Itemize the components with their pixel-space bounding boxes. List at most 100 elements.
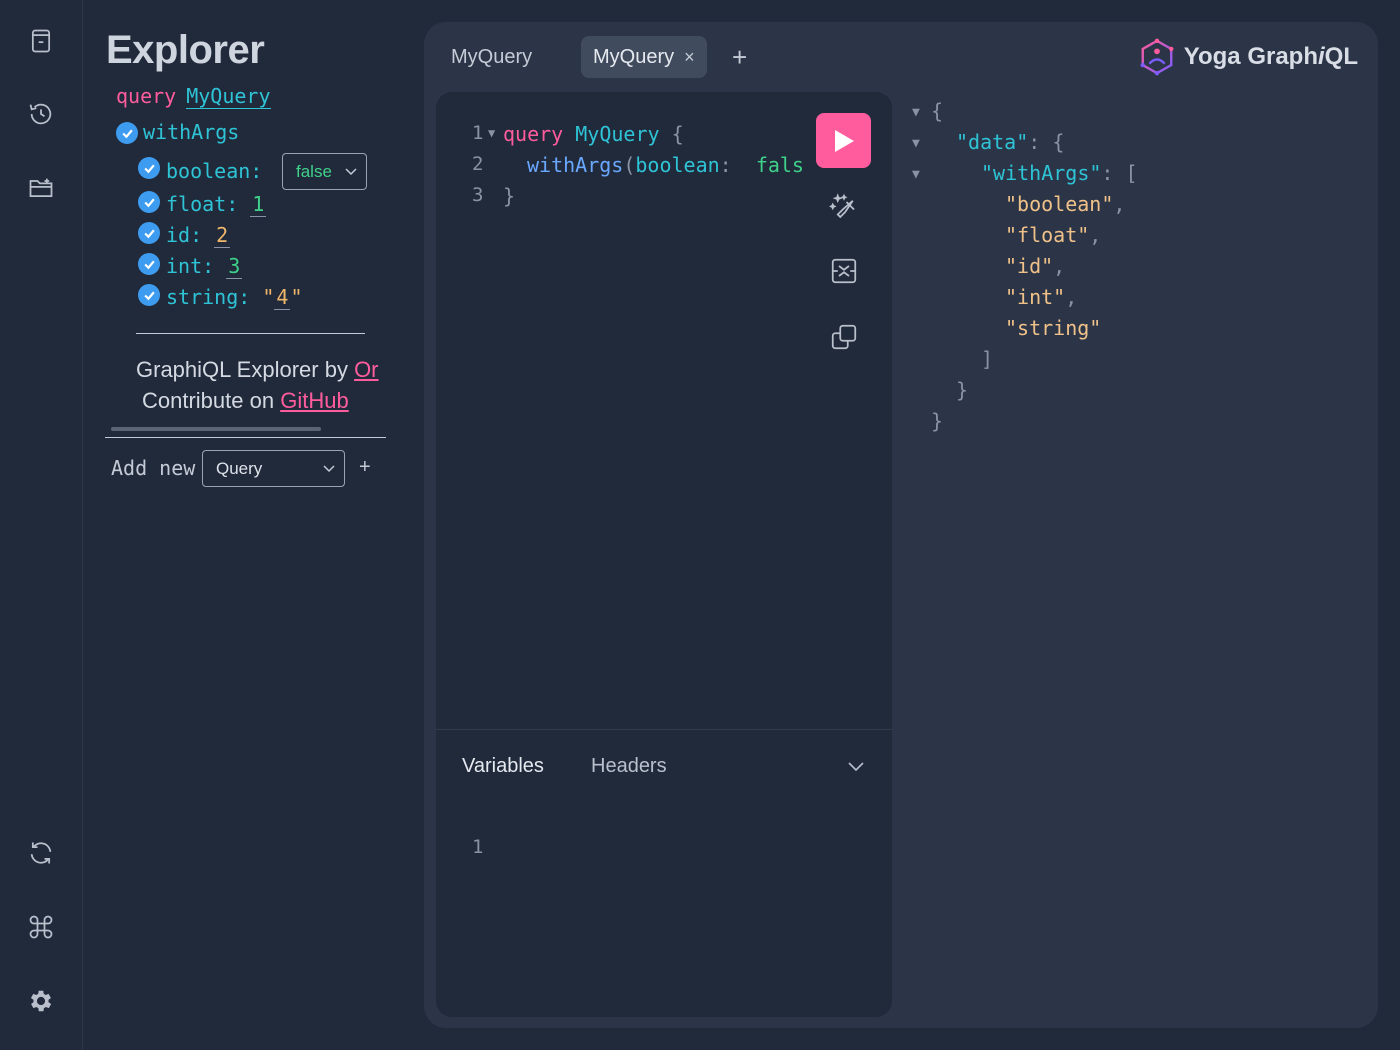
float-value-input[interactable]: 1 (250, 192, 267, 217)
id-arg-checkbox[interactable] (138, 222, 160, 244)
merge-fragments-button[interactable] (827, 254, 861, 288)
result-string: "boolean" (1005, 192, 1114, 216)
history-icon[interactable] (22, 95, 60, 133)
result-punct: , (1113, 192, 1126, 216)
withargs-checkbox[interactable] (116, 122, 138, 144)
result-key: "withArgs" (981, 161, 1102, 185)
result-string: "float" (1005, 223, 1090, 247)
string-value-input[interactable]: 4 (274, 285, 291, 310)
code-brace: { (671, 122, 684, 146)
result-punct: : [ (1101, 161, 1138, 185)
query-editor[interactable]: 1 ▼ 2 3 query MyQuery { withArgs(boolean… (436, 92, 892, 1017)
result-line: "withArgs": [ (981, 161, 1138, 185)
chevron-down-icon (323, 464, 335, 472)
code-line-1: query MyQuery { (503, 122, 684, 146)
code-value: fals (755, 153, 804, 177)
refetch-schema-icon[interactable] (22, 834, 60, 872)
settings-icon[interactable] (22, 982, 60, 1020)
result-string: "int" (1005, 285, 1066, 309)
play-icon (834, 129, 854, 152)
code-arg: boolean (635, 153, 720, 177)
explorer-icon[interactable] (22, 169, 60, 207)
tab-headers[interactable]: Headers (591, 755, 667, 778)
boolean-arg-checkbox[interactable] (138, 157, 160, 179)
field-withargs[interactable]: withArgs (143, 120, 239, 144)
result-line: ] (981, 347, 993, 371)
code-line-2: withArgs(boolean: fals (527, 153, 804, 177)
yoga-graphiql-logo: Yoga Graph i QL (1138, 36, 1358, 78)
arg-id: id: 2 (166, 223, 231, 248)
add-new-operation-select[interactable]: Query (202, 450, 345, 487)
prettify-icon (829, 193, 855, 219)
result-line: "string" (1005, 316, 1101, 340)
int-arg-checkbox[interactable] (138, 253, 160, 275)
shortcuts-icon[interactable] (22, 908, 60, 946)
code-brace: } (503, 184, 516, 208)
prettify-button[interactable] (827, 190, 861, 224)
logo-text-italic: i (1318, 43, 1325, 70)
operation-name-input[interactable]: MyQuery (186, 84, 271, 109)
tab-myquery-1[interactable]: MyQuery (439, 36, 544, 78)
result-line: } (956, 378, 968, 402)
line-number: 3 (472, 184, 484, 206)
docs-icon[interactable] (22, 22, 60, 60)
fold-icon[interactable]: ▼ (912, 167, 920, 182)
result-punct: : { (1028, 130, 1065, 154)
tab-label: MyQuery (593, 45, 675, 68)
add-tab-button[interactable]: + (720, 36, 759, 78)
toggle-editor-tools-button[interactable] (848, 759, 864, 777)
tab-myquery-2[interactable]: MyQuery × (581, 36, 707, 78)
tab-variables[interactable]: Variables (462, 755, 544, 778)
result-punct: } (956, 378, 969, 402)
close-tab-icon[interactable]: × (684, 47, 695, 68)
execute-query-button[interactable] (816, 113, 871, 168)
tab-label: MyQuery (451, 45, 533, 68)
result-punct: , (1089, 223, 1102, 247)
contribute-text: Contribute on (142, 388, 281, 413)
fold-icon[interactable]: ▼ (912, 105, 920, 120)
result-punct: ] (981, 347, 994, 371)
int-value-input[interactable]: 3 (226, 254, 243, 279)
code-paren: ( (623, 153, 636, 177)
result-line: } (931, 409, 943, 433)
add-operation-button[interactable]: + (359, 456, 371, 479)
float-arg-checkbox[interactable] (138, 191, 160, 213)
result-line: "float", (1005, 223, 1101, 247)
copy-query-button[interactable] (827, 320, 861, 354)
line-number: 2 (472, 153, 484, 175)
horizontal-scrollbar[interactable] (111, 427, 321, 431)
arg-int: int: 3 (166, 254, 243, 279)
operation-keyword: query (116, 84, 177, 108)
result-punct: } (931, 409, 944, 433)
fold-icon[interactable]: ▼ (912, 136, 920, 151)
result-viewer: ▼ { ▼ "data": { ▼ "withArgs": [ "boolean… (908, 92, 1368, 992)
result-punct: , (1065, 285, 1078, 309)
string-arg-checkbox[interactable] (138, 284, 160, 306)
arg-boolean-label: boolean: (166, 159, 263, 183)
author-link[interactable]: Or (354, 357, 378, 382)
code-line-3: } (503, 184, 515, 208)
logo-text-end: QL (1324, 43, 1358, 70)
code-colon: : (719, 153, 732, 177)
merge-icon (831, 258, 857, 284)
github-link[interactable]: GitHub (280, 388, 348, 413)
sidebar-rail (0, 0, 83, 1050)
arg-string: string: " 4 " (166, 285, 303, 310)
result-punct: { (931, 99, 944, 123)
string-quote-close: " (290, 285, 303, 309)
boolean-value-select[interactable]: false (282, 153, 367, 190)
id-value-input[interactable]: 2 (214, 223, 231, 248)
fold-icon[interactable]: ▼ (488, 126, 495, 140)
line-number: 1 (472, 122, 484, 144)
result-punct: , (1053, 254, 1066, 278)
contribute-line: Contribute on GitHub (142, 388, 349, 414)
result-line: "boolean", (1005, 192, 1125, 216)
graphiql-session: MyQuery MyQuery × + Yoga Graph i QL 1 ▼ 2 … (424, 22, 1378, 1028)
result-string: "string" (1005, 316, 1102, 340)
result-line: "int", (1005, 285, 1077, 309)
arg-id-label: id: (166, 223, 203, 247)
explorer-credit: GraphiQL Explorer by Or (136, 357, 379, 383)
boolean-value: false (296, 161, 332, 181)
arg-float-label: float: (166, 192, 239, 216)
yoga-logo-icon (1140, 38, 1174, 76)
